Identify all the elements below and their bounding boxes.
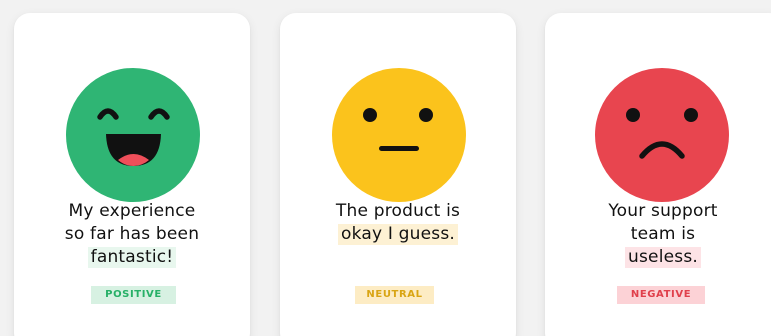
highlighted-phrase: okay I guess. bbox=[338, 224, 458, 245]
quote-line: The product is bbox=[335, 201, 461, 221]
highlighted-phrase: useless. bbox=[625, 247, 701, 268]
neutral-face-icon bbox=[332, 68, 466, 202]
sentiment-cards: My experience so far has been fantastic!… bbox=[0, 0, 771, 336]
quote-line: Your support bbox=[608, 201, 718, 221]
sentiment-card-positive: My experience so far has been fantastic!… bbox=[14, 13, 250, 336]
quote-line: team is bbox=[630, 224, 696, 244]
feedback-quote: Your support team is useless. bbox=[545, 200, 771, 269]
sad-face-icon bbox=[595, 68, 729, 202]
sentiment-card-neutral: The product is okay I guess. NEUTRAL bbox=[280, 13, 516, 336]
sentiment-card-negative: Your support team is useless. NEGATIVE bbox=[545, 13, 771, 336]
quote-line: so far has been bbox=[64, 224, 200, 244]
quote-line: My experience bbox=[68, 201, 196, 221]
sentiment-badge-neutral: NEUTRAL bbox=[355, 286, 434, 304]
sentiment-badge-negative: NEGATIVE bbox=[617, 286, 705, 304]
highlighted-phrase: fantastic! bbox=[87, 247, 177, 268]
feedback-quote: The product is okay I guess. bbox=[280, 200, 516, 246]
happy-face-icon bbox=[66, 68, 200, 202]
feedback-quote: My experience so far has been fantastic! bbox=[14, 200, 250, 269]
sentiment-badge-positive: POSITIVE bbox=[91, 286, 176, 304]
